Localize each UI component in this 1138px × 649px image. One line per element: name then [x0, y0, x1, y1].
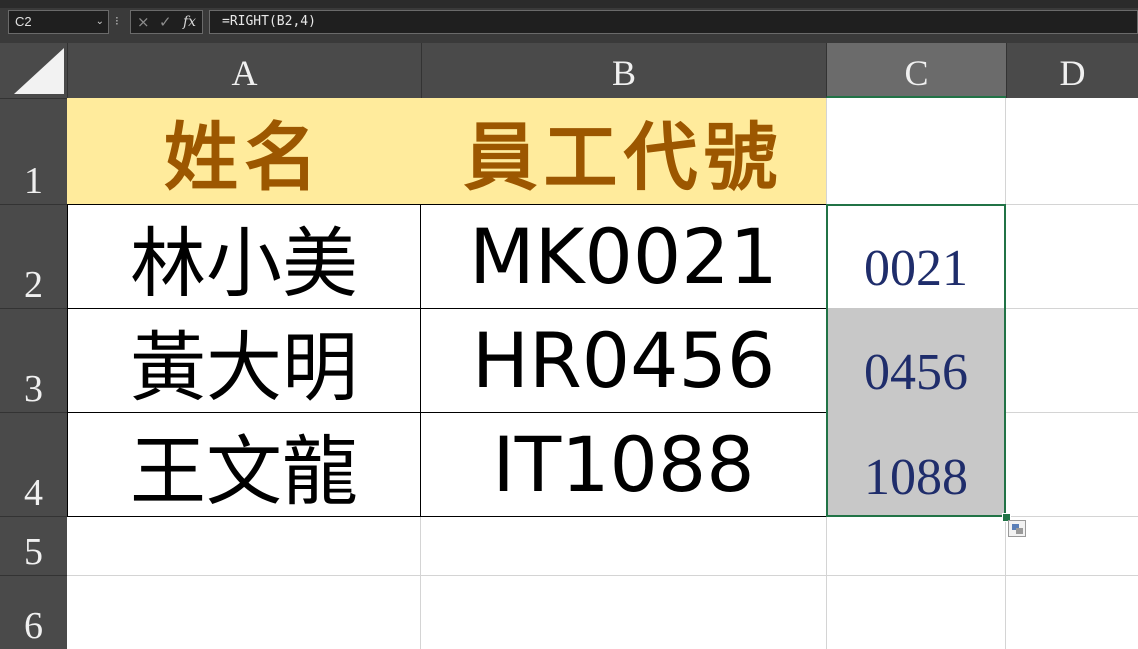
row-header-5[interactable]: 5 — [0, 516, 67, 575]
cell-b2[interactable]: MK0021 — [420, 204, 827, 309]
row-header-6[interactable]: 6 — [0, 575, 67, 649]
cell-a2[interactable]: 林小美 — [67, 204, 421, 309]
cell-c3[interactable]: 0456 — [826, 308, 1006, 412]
name-box[interactable]: C2 ⌄ — [8, 10, 109, 34]
insert-function-icon[interactable]: fx — [183, 11, 196, 33]
formula-input[interactable]: =RIGHT(B2,4) — [209, 10, 1138, 34]
cell-a3[interactable]: 黃大明 — [67, 308, 421, 413]
cell-a1[interactable]: 姓名 — [67, 98, 421, 204]
row-header-2[interactable]: 2 — [0, 204, 67, 308]
cell-b1[interactable]: 員工代號 — [421, 98, 826, 204]
row-header-1[interactable]: 1 — [0, 98, 67, 204]
enter-check-icon[interactable]: ✓ — [159, 11, 172, 33]
cell-c2[interactable]: 0021 — [826, 204, 1006, 308]
column-header-c[interactable]: C — [826, 43, 1006, 98]
cell-b3[interactable]: HR0456 — [420, 308, 827, 413]
select-all-triangle-icon — [14, 48, 64, 94]
column-header-d[interactable]: D — [1006, 43, 1138, 98]
column-header-b[interactable]: B — [421, 43, 826, 98]
paste-options-icon-part — [1016, 528, 1023, 534]
paste-options-icon[interactable] — [1008, 520, 1026, 537]
ribbon-edge — [0, 0, 1138, 8]
chevron-down-icon[interactable]: ⌄ — [96, 11, 104, 33]
cell-a4[interactable]: 王文龍 — [67, 412, 421, 517]
column-header-a[interactable]: A — [67, 43, 421, 98]
row-header-3[interactable]: 3 — [0, 308, 67, 412]
cell-c4[interactable]: 1088 — [826, 412, 1006, 517]
formula-buttons: × ✓ fx — [130, 10, 203, 34]
row-header-4[interactable]: 4 — [0, 412, 67, 516]
name-box-value: C2 — [15, 14, 32, 29]
cell-b4[interactable]: IT1088 — [420, 412, 827, 517]
grid-line — [67, 575, 1138, 576]
more-options-icon[interactable]: ⁝ — [115, 12, 119, 30]
cancel-icon[interactable]: × — [137, 11, 150, 33]
